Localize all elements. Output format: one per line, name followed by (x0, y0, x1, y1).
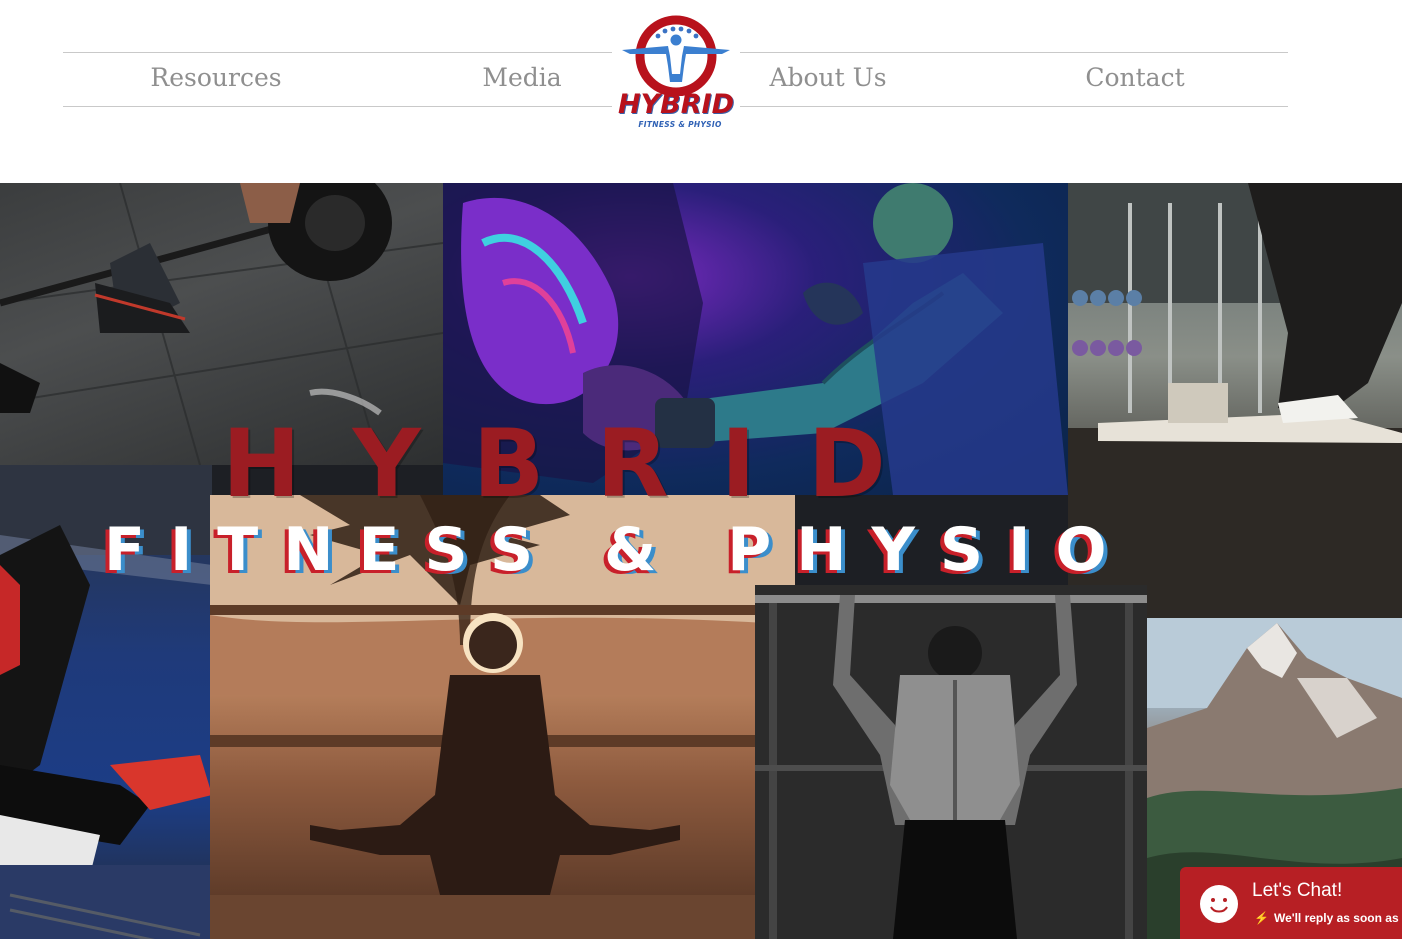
flexing-figure-in-circle-icon (622, 15, 730, 96)
pullup-photo (755, 585, 1147, 939)
page: Resources Media About Us Contact HYBRID … (0, 0, 1402, 939)
hero-title: HYBRID (222, 410, 938, 519)
lightning-bolt-icon: ⚡ (1254, 911, 1269, 925)
chat-subtitle: ⚡ We'll reply as soon as w (1254, 911, 1402, 925)
hero-subtitle: FITNESS & PHYSIO (104, 515, 1132, 585)
nav-link-resources[interactable]: Resources (140, 60, 292, 96)
hero-collage: HYBRID FITNESS & PHYSIO (0, 183, 1402, 939)
chat-subtitle-text: We'll reply as soon as w (1273, 911, 1402, 925)
chat-title: Let's Chat! (1252, 880, 1343, 901)
site-header: Resources Media About Us Contact HYBRID … (0, 0, 1402, 183)
smiley-icon (1200, 885, 1238, 923)
site-logo[interactable]: HYBRID FITNESS & PHYSIO (612, 12, 740, 132)
chat-widget-button[interactable]: Let's Chat! ⚡ We'll reply as soon as w (1180, 867, 1402, 939)
nav-link-media[interactable]: Media (470, 60, 574, 96)
nav-link-contact[interactable]: Contact (1072, 60, 1198, 96)
logo-wordmark: HYBRID (618, 89, 734, 120)
logo-tagline: FITNESS & PHYSIO (638, 120, 722, 129)
nav-link-about-us[interactable]: About Us (760, 60, 896, 96)
